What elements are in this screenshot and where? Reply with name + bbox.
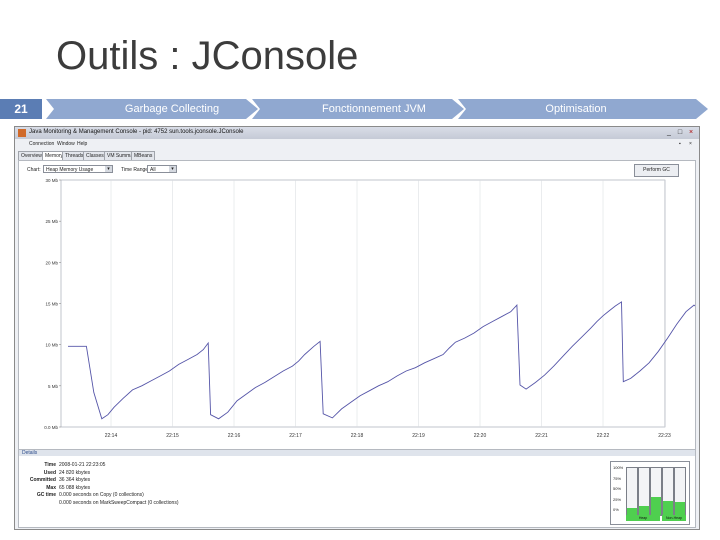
y-tick-label: 20 Mb [45, 260, 58, 265]
inner-close-icon[interactable]: × [689, 141, 692, 147]
y-tick-label: 5 Mb [48, 384, 59, 389]
details-value: 36 364 kbytes [59, 477, 91, 483]
x-tick-label: 22:22 [597, 433, 610, 439]
memory-pool-bar[interactable] [674, 467, 686, 516]
inner-minimize-icon[interactable]: ▪ [679, 141, 681, 147]
details-value: 24 820 kbytes [59, 469, 91, 476]
slide-number: 21 [0, 99, 42, 119]
x-tick-label: 22:19 [412, 433, 425, 439]
details-header: Details [19, 450, 695, 456]
mini-chart-y-label: 0% [613, 507, 619, 512]
memory-pool-bar[interactable] [650, 467, 662, 516]
heap-memory-chart: 22:14 22:15 22:16 22:17 22:18 22:19 22:20 22:21… [44, 178, 695, 439]
x-tick-label: 22:17 [289, 433, 302, 439]
step-label-fonctionnement-jvm: Fonctionnement JVM [322, 103, 426, 115]
mini-chart-y-label: 50% [613, 486, 622, 491]
memory-pool-bar-fill [639, 505, 649, 515]
mini-chart-y-label: 100% [613, 465, 624, 470]
memory-pool-bar-fill [651, 497, 661, 515]
y-tick-label: 15 Mb [45, 302, 58, 307]
step-label-optimisation: Optimisation [545, 103, 607, 115]
memory-pool-bar[interactable] [662, 467, 674, 516]
y-tick-label: 10 Mb [45, 343, 58, 348]
mini-chart-y-label: 75% [613, 475, 622, 481]
mini-chart-caption: Non-Heap [662, 515, 686, 521]
plot-area [60, 179, 666, 428]
memory-pool-bar-fill [663, 500, 673, 515]
close-icon[interactable]: × [687, 129, 695, 137]
menu-connection[interactable]: Connection [29, 141, 54, 147]
x-tick-label: 22:15 [166, 433, 179, 439]
details-panel: Details Time 2008-01-21 22:23:05 Used 24 82… [18, 449, 696, 528]
x-tick-label: 22:21 [535, 433, 548, 439]
x-tick-label: 22:14 [105, 433, 118, 439]
details-key: Used [43, 469, 56, 476]
y-tick-label: 25 Mb [45, 219, 58, 224]
details-value: 2008-01-21 22:23:05 [59, 462, 106, 468]
memory-pool-bar[interactable] [638, 467, 650, 516]
menu-help[interactable]: Help [77, 141, 87, 147]
x-tick-label: 22:23 [658, 433, 671, 439]
mini-chart-caption: Heap [626, 515, 660, 521]
memory-panel: Chart: Heap Memory Usage ▾ Time Range: A… [18, 160, 696, 450]
memory-pool-bar-fill [627, 507, 637, 515]
y-tick-label: 0.0 Mb [44, 425, 58, 430]
x-tick-label: 22:20 [474, 433, 487, 439]
details-value: 0.000 seconds on MarkSweepCompact (0 col… [59, 499, 179, 506]
x-tick-label: 22:18 [351, 433, 364, 439]
y-tick-label: 30 Mb [45, 178, 58, 183]
menu-bar: Connection Window Help ▪ × [15, 140, 699, 149]
slide-title: Outils : JConsole [56, 34, 359, 78]
details-key: Time [44, 462, 56, 468]
memory-pools-chart: 100% 75% 50% 25% 0% Heap Non-Heap [610, 461, 690, 525]
details-key: GC time [36, 492, 56, 498]
java-app-icon [18, 129, 26, 137]
details-key: Committed [29, 477, 56, 483]
window-titlebar: Java Monitoring & Management Console - p… [15, 127, 699, 139]
details-value: 0.000 seconds on Copy (0 collections) [59, 492, 144, 498]
details-value: 65 088 kbytes [59, 484, 91, 491]
x-tick-label: 22:16 [228, 433, 241, 439]
mini-chart-y-label: 25% [613, 496, 622, 502]
memory-pool-bar[interactable] [626, 467, 638, 516]
jconsole-window: Java Monitoring & Management Console - p… [14, 126, 700, 530]
details-key: Max [46, 484, 56, 491]
step-label-garbage-collecting: Garbage Collecting [124, 103, 220, 115]
minimize-icon[interactable]: _ [665, 129, 673, 137]
maximize-icon[interactable]: □ [676, 129, 684, 137]
window-title: Java Monitoring & Management Console - p… [29, 129, 244, 135]
memory-pool-bar-fill [675, 501, 685, 515]
menu-window[interactable]: Window [57, 141, 75, 147]
